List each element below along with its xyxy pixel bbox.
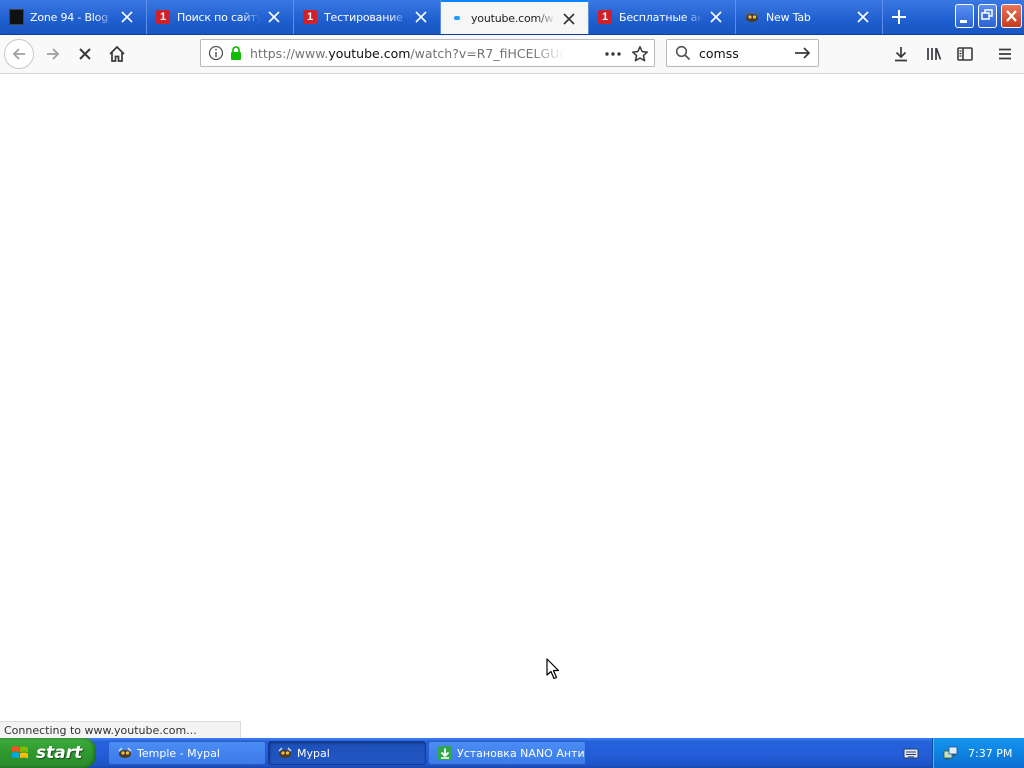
comss-favicon: 1 — [155, 9, 171, 25]
start-label: start — [36, 743, 83, 763]
taskbar-item-temple-mypal[interactable]: Temple - Mypal — [108, 741, 266, 765]
tab-nano-test[interactable]: 1 Тестирование NANO Антивирус — [294, 0, 441, 34]
sidebar-button[interactable] — [950, 39, 980, 69]
tab-new-tab[interactable]: New Tab — [736, 0, 883, 34]
bookmark-star-icon[interactable] — [631, 45, 649, 63]
mouse-cursor-icon — [546, 658, 560, 680]
close-tab-icon[interactable] — [267, 10, 281, 24]
tab-title: Тестирование NANO Антивирус — [324, 10, 408, 24]
search-bar[interactable]: comss — [666, 39, 819, 67]
tab-title: Zone 94 - Blog — [30, 10, 108, 24]
close-tab-icon[interactable] — [562, 12, 576, 26]
taskbar-item-label: Mypal — [297, 746, 330, 760]
status-panel: Connecting to www.youtube.com... — [0, 721, 241, 739]
site-info-icon[interactable] — [208, 45, 224, 61]
close-tab-icon[interactable] — [856, 10, 870, 24]
loading-dot-icon — [449, 10, 465, 26]
library-icon — [927, 48, 942, 60]
mypal-favicon — [744, 9, 760, 25]
taskbar-item-nano-installer[interactable]: Установка NANO Антивирус — [428, 741, 586, 765]
clock[interactable]: 7:37 PM — [968, 747, 1012, 760]
close-tab-icon[interactable] — [414, 10, 428, 24]
tab-comss-search[interactable]: 1 Поиск по сайту Сomss.ru — [147, 0, 294, 34]
system-tray: 7:37 PM — [932, 738, 1024, 768]
minimize-icon — [960, 20, 967, 23]
downloads-button[interactable] — [886, 39, 916, 69]
mypal-icon — [117, 745, 133, 761]
close-window-button[interactable] — [1001, 4, 1022, 28]
restore-icon — [981, 9, 993, 20]
start-button[interactable]: start — [0, 738, 96, 768]
tab-zone94[interactable]: Zone 94 - Blog — [0, 0, 147, 34]
back-button[interactable] — [4, 39, 34, 69]
home-button[interactable] — [102, 39, 132, 69]
installer-download-icon — [437, 745, 453, 761]
page-actions-icon[interactable] — [604, 46, 622, 62]
stop-icon — [79, 48, 91, 60]
taskbar-item-mypal[interactable]: Mypal — [268, 741, 426, 765]
taskbar-item-label: Temple - Mypal — [137, 746, 220, 760]
tab-title: Бесплатные антивирусы — [619, 10, 703, 24]
download-icon — [895, 47, 907, 62]
menu-button[interactable] — [990, 39, 1020, 69]
close-tab-icon[interactable] — [709, 10, 723, 24]
windows-flag-icon — [12, 746, 28, 759]
sidebar-icon — [957, 47, 973, 61]
close-icon — [1006, 10, 1017, 22]
tab-strip: Zone 94 - Blog 1 Поиск по сайту Сomss.ru… — [0, 0, 1024, 35]
url-text[interactable]: https://www.youtube.com/watch?v=R7_fiHCE… — [250, 46, 564, 61]
mypal-icon — [277, 745, 293, 761]
taskbar-item-label: Установка NANO Антивирус — [457, 746, 585, 760]
lock-icon — [231, 46, 241, 60]
restore-button[interactable] — [978, 4, 997, 28]
keyboard-layout-icon[interactable] — [903, 746, 919, 760]
url-path: /watch?v=R7_fiHCELGU&embeds_referring_eu… — [410, 45, 564, 61]
minimize-button[interactable] — [955, 4, 974, 28]
forward-button[interactable] — [38, 39, 68, 69]
url-bar[interactable]: https://www.youtube.com/watch?v=R7_fiHCE… — [200, 39, 655, 67]
comss-favicon: 1 — [302, 9, 318, 25]
tab-free-antivirus[interactable]: 1 Бесплатные антивирусы — [589, 0, 736, 34]
library-button[interactable] — [919, 39, 949, 69]
search-icon — [675, 45, 691, 61]
tab-title: youtube.com/watch?v=R7_fiHCELGU — [471, 11, 555, 25]
tab-title: New Tab — [766, 10, 811, 24]
comss-favicon: 1 — [597, 9, 613, 25]
navigation-toolbar: https://www.youtube.com/watch?v=R7_fiHCE… — [0, 35, 1024, 74]
tab-youtube[interactable]: youtube.com/watch?v=R7_fiHCELGU — [441, 0, 589, 34]
zone94-favicon — [8, 9, 24, 25]
close-tab-icon[interactable] — [120, 10, 134, 24]
forward-arrow-icon — [47, 48, 60, 60]
new-tab-button[interactable] — [884, 0, 914, 34]
network-icon[interactable] — [943, 745, 959, 761]
tab-title: Поиск по сайту Сomss.ru — [177, 10, 261, 24]
search-input[interactable]: comss — [699, 46, 789, 61]
plus-icon — [892, 10, 906, 24]
home-icon — [109, 45, 125, 62]
hamburger-menu-icon — [999, 48, 1011, 60]
stop-button[interactable] — [70, 39, 100, 69]
page-content-area[interactable] — [0, 74, 1024, 738]
url-prefix: https://www. — [250, 45, 329, 61]
taskbar: start Temple - Mypal Mypal Установка NAN… — [0, 738, 1024, 768]
search-go-arrow-icon[interactable] — [794, 45, 812, 61]
url-host: youtube.com — [328, 45, 411, 61]
back-arrow-icon — [12, 48, 25, 60]
